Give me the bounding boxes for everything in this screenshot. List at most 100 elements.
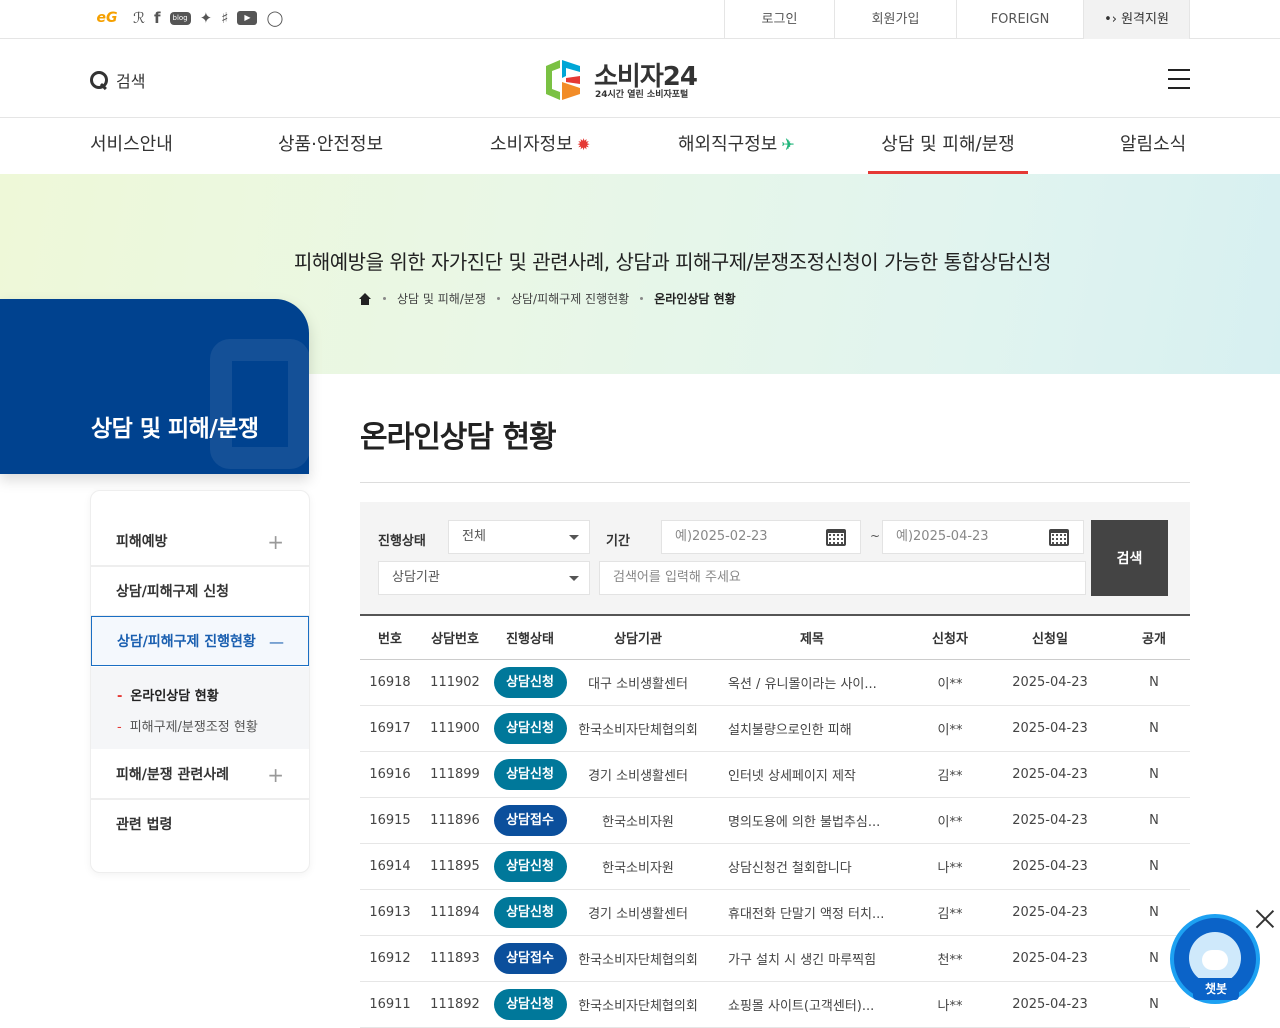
table-row[interactable]: 16911 111892 상담신청 한국소비자단체협의회 쇼핑몰 사이트(고객센터)..… (360, 981, 1190, 1028)
facebook-icon[interactable]: f (154, 8, 161, 28)
status-badge: 상담신청 (493, 712, 567, 744)
search-button[interactable]: 검색 (90, 68, 145, 92)
breadcrumb-item[interactable]: 상담 및 피해/분쟁 (397, 290, 486, 307)
join-link[interactable]: 회원가입 (834, 0, 956, 39)
table-row[interactable]: 16912 111893 상담접수 한국소비자단체협의회 가구 설치 시 생긴 마루찍힘… (360, 935, 1190, 982)
login-link[interactable]: 로그인 (724, 0, 834, 39)
side-item-label: 상담/피해구제 신청 (116, 584, 230, 600)
side-sub-online-consult[interactable]: 온라인상담 현황 (117, 685, 218, 704)
expand-plus-icon: + (267, 530, 284, 554)
kakao-story-icon[interactable]: ♯ (221, 8, 228, 28)
youtube-icon[interactable]: ▶ (237, 11, 258, 25)
header: 검색 소비자24 24시간 열린 소비자포털 (0, 40, 1280, 118)
side-item-apply[interactable]: 상담/피해구제 신청 (91, 567, 309, 617)
cell-agency: 경기 소비생활센터 (570, 889, 706, 936)
status-badge: 상담접수 (493, 804, 567, 836)
cell-consult-no: 111894 (420, 889, 490, 936)
cell-no: 16911 (360, 981, 420, 1028)
table-row[interactable]: 16917 111900 상담신청 한국소비자단체협의회 설치불량으로인한 피해 이** 2… (360, 705, 1190, 752)
table-row[interactable]: 16918 111902 상담신청 대구 소비생활센터 옥션 / 유니몰이라는 사이..… (360, 659, 1190, 706)
nav-product-safety[interactable]: 상품·안전정보 (278, 119, 383, 174)
cell-subject[interactable]: 설치불량으로인한 피해 (706, 705, 918, 752)
side-item-progress[interactable]: 상담/피해구제 진행현황 — (91, 616, 309, 666)
rss-icon[interactable]: ℛ (133, 8, 145, 28)
foreign-link[interactable]: FOREIGN (956, 0, 1083, 39)
cell-subject[interactable]: 옥션 / 유니몰이라는 사이... (706, 659, 918, 706)
cell-subject[interactable]: 명의도용에 의한 불법추심... (706, 797, 918, 844)
egov-logo-icon[interactable]: eG (90, 8, 124, 28)
global-nav: 서비스안내 상품·안전정보 소비자정보 ✹ 해외직구정보 ✈ 상담 및 피해/분쟁 … (0, 119, 1280, 174)
cell-applicant: 이** (918, 659, 982, 706)
side-sub-dispute-status[interactable]: 피해구제/분쟁조정 현황 (117, 716, 258, 735)
table-row[interactable]: 16915 111896 상담접수 한국소비자원 명의도용에 의한 불법추심... 이**… (360, 797, 1190, 844)
twitter-icon[interactable]: ✦ (200, 8, 213, 28)
sns-links: eG ℛ f blog ✦ ♯ ▶ ◯ (90, 8, 284, 28)
side-item-law[interactable]: 관련 법령 (91, 800, 309, 850)
table-body: 16918 111902 상담신청 대구 소비생활센터 옥션 / 유니몰이라는 사이..… (360, 659, 1190, 1028)
cell-applicant: 천** (918, 935, 982, 982)
nav-consumer-info-label: 소비자정보 (490, 134, 573, 155)
col-header-consult-no: 상담번호 (420, 614, 490, 660)
cell-agency: 대구 소비생활센터 (570, 659, 706, 706)
col-header-status: 진행상태 (490, 614, 570, 660)
nav-consultation-dispute[interactable]: 상담 및 피해/분쟁 (868, 119, 1028, 174)
end-date-input[interactable]: 예)2025-04-23 (882, 520, 1084, 554)
cell-consult-no: 111900 (420, 705, 490, 752)
table-row[interactable]: 16913 111894 상담신청 경기 소비생활센터 휴대전화 단말기 액정 터치..… (360, 889, 1190, 936)
blog-icon[interactable]: blog (169, 11, 191, 25)
instagram-icon[interactable]: ◯ (266, 8, 283, 28)
hero-title: 피해예방을 위한 자가진단 및 관련사례, 상담과 피해구제/분쟁조정신청이 가… (293, 250, 1052, 274)
cell-status: 상담신청 (490, 751, 570, 798)
nav-notice[interactable]: 알림소식 (1120, 119, 1186, 174)
cell-agency: 한국소비자원 (570, 797, 706, 844)
keyword-input[interactable]: 검색어를 입력해 주세요 (599, 561, 1086, 595)
side-submenu: 온라인상담 현황 피해구제/분쟁조정 현황 (91, 667, 309, 749)
chatbot-close-icon[interactable] (1255, 909, 1275, 929)
cell-subject[interactable]: 가구 설치 시 생긴 마루찍힘 (706, 935, 918, 982)
cell-subject[interactable]: 쇼핑몰 사이트(고객센터)... (706, 981, 918, 1028)
site-logo[interactable]: 소비자24 24시간 열린 소비자포털 (540, 54, 710, 106)
cell-agency: 한국소비자단체협의회 (570, 981, 706, 1028)
cell-agency: 한국소비자단체협의회 (570, 935, 706, 982)
keyword-placeholder: 검색어를 입력해 주세요 (613, 570, 741, 585)
nav-consumer-info[interactable]: 소비자정보 ✹ (490, 119, 590, 174)
start-date-input[interactable]: 예)2025-02-23 (661, 520, 861, 554)
agency-select[interactable]: 상담기관 (378, 561, 590, 595)
search-submit-button[interactable]: 검색 (1091, 520, 1168, 596)
table-row[interactable]: 16916 111899 상담신청 경기 소비생활센터 인터넷 상세페이지 제작 김** 2… (360, 751, 1190, 798)
remote-support-link[interactable]: •› 원격지원 (1083, 0, 1190, 39)
cell-agency: 한국소비자단체협의회 (570, 705, 706, 752)
calendar-icon[interactable] (826, 529, 846, 546)
agency-select-value: 상담기관 (392, 570, 440, 585)
search-label: 검색 (116, 72, 146, 91)
cell-status: 상담신청 (490, 705, 570, 752)
breadcrumb-item[interactable]: 상담/피해구제 진행현황 (511, 290, 629, 307)
chatbot-button[interactable]: 챗봇 (1170, 914, 1260, 1004)
side-title-block: 상담 및 피해/분쟁 (0, 299, 309, 474)
nav-overseas-purchase[interactable]: 해외직구정보 ✈ (678, 119, 795, 174)
status-badge: 상담신청 (493, 758, 567, 790)
side-item-label: 상담/피해구제 진행현황 (117, 634, 256, 650)
cell-status: 상담신청 (490, 981, 570, 1028)
cell-subject[interactable]: 상담신청건 철회합니다 (706, 843, 918, 890)
side-item-label: 관련 법령 (116, 817, 173, 833)
status-select[interactable]: 전체 (448, 520, 590, 554)
cell-subject[interactable]: 인터넷 상세페이지 제작 (706, 751, 918, 798)
cell-consult-no: 111893 (420, 935, 490, 982)
cell-public: N (1118, 705, 1190, 752)
nav-service-guide[interactable]: 서비스안내 (90, 119, 173, 174)
status-badge: 상담신청 (493, 850, 567, 882)
col-header-public: 공개 (1118, 614, 1190, 660)
hamburger-menu-icon[interactable] (1168, 69, 1190, 89)
cell-public: N (1118, 981, 1190, 1028)
cell-subject[interactable]: 휴대전화 단말기 액정 터치... (706, 889, 918, 936)
period-label: 기간 (606, 534, 630, 549)
side-item-cases[interactable]: 피해/분쟁 관련사례 + (91, 750, 309, 800)
table-row[interactable]: 16914 111895 상담신청 한국소비자원 상담신청건 철회합니다 나** 2025-… (360, 843, 1190, 890)
calendar-icon[interactable] (1049, 529, 1069, 546)
cell-no: 16912 (360, 935, 420, 982)
side-item-prevention[interactable]: 피해예방 + (91, 517, 309, 567)
home-icon[interactable] (358, 292, 372, 305)
cell-public: N (1118, 751, 1190, 798)
status-label: 진행상태 (378, 534, 426, 549)
